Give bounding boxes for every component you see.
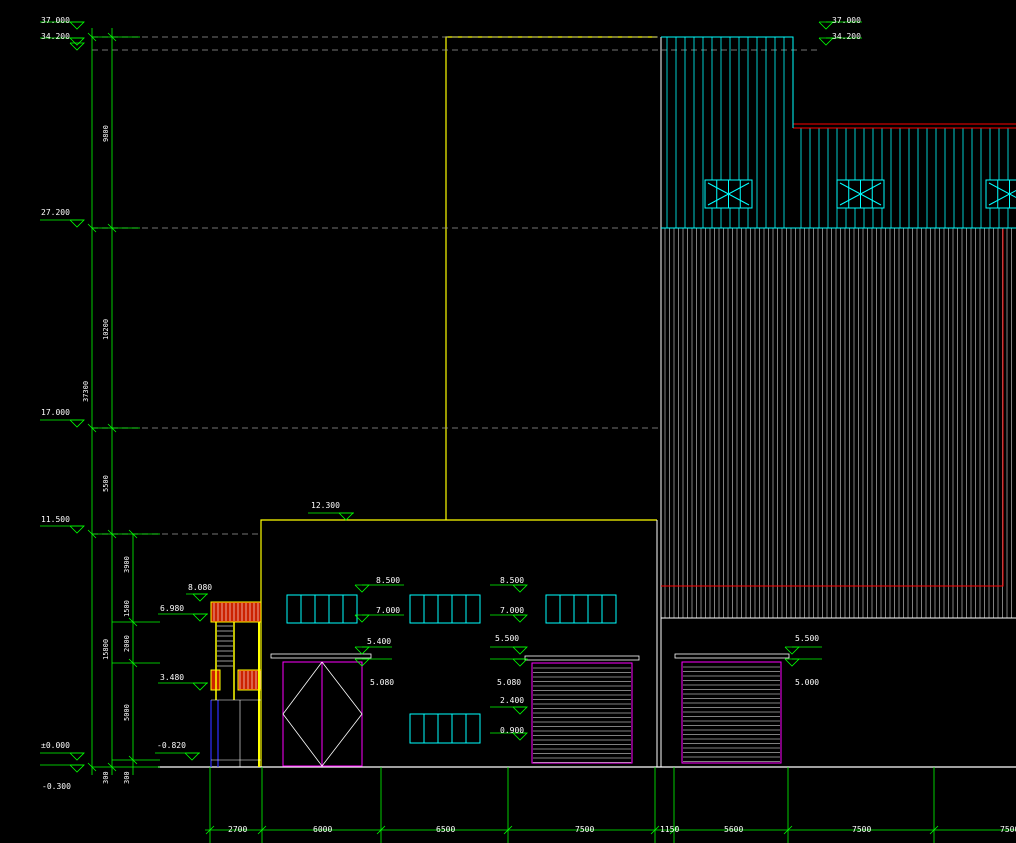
dim-label: 7500 [1000, 825, 1016, 834]
bottom-dimension-text: 2700 6000 6500 7500 1150 5600 7500 7500 [228, 825, 1016, 834]
block-window [286, 594, 358, 624]
dim-label: 2000 [123, 635, 131, 652]
window-level-labels: 8.500 7.000 8.500 7.000 2.400 0.900 5.40… [367, 576, 819, 735]
dim-label: 6000 [313, 825, 332, 834]
dim-label: 7500 [852, 825, 871, 834]
dim-label: 10200 [102, 319, 110, 340]
level-label: 7.000 [376, 606, 400, 615]
dim-label: 300 [102, 771, 110, 784]
level-label: 8.500 [376, 576, 400, 585]
elevation-labels-right: 37.000 34.200 [832, 16, 861, 41]
level-triangle [184, 752, 200, 761]
level-label: 5.000 [795, 678, 819, 687]
level-label: 2.400 [500, 696, 524, 705]
level-label: 0.900 [500, 726, 524, 735]
dim-label: 6500 [436, 825, 455, 834]
block-windows [286, 594, 617, 744]
elevation-label: 34.200 [832, 32, 861, 41]
elevation-label: 27.200 [41, 208, 70, 217]
vertical-dimension-text: 9800 10200 37300 5500 3900 1500 2000 158… [82, 125, 131, 784]
elevation-label: 37.000 [832, 16, 861, 25]
vertical-dimension-lines [87, 28, 160, 775]
stair-tower [210, 601, 262, 767]
elevation-label: -0.300 [42, 782, 71, 791]
dim-label: 5500 [102, 475, 110, 492]
level-triangle [69, 764, 85, 773]
elevation-label: 8.080 [188, 583, 212, 592]
dim-label: 37300 [82, 381, 90, 402]
elevation-label: 37.000 [41, 16, 70, 25]
dim-label: 2700 [228, 825, 247, 834]
level-triangle [512, 646, 528, 655]
dim-label: 5600 [724, 825, 743, 834]
level-triangle [784, 658, 800, 667]
elevation-label: 17.000 [41, 408, 70, 417]
level-triangle [354, 584, 370, 593]
dim-label: 3900 [123, 556, 131, 573]
level-triangle [69, 752, 85, 761]
level-label: 5.400 [367, 637, 391, 646]
lower-corrugated-cladding [664, 228, 1012, 618]
level-triangle [512, 614, 528, 623]
level-label: 5.500 [795, 634, 819, 643]
level-triangle [69, 42, 85, 51]
level-triangle [354, 646, 370, 655]
elevation-label: -0.820 [157, 741, 186, 750]
dim-label: 15800 [102, 639, 110, 660]
dim-label: 9800 [102, 125, 110, 142]
level-triangle [69, 219, 85, 228]
level-label: 5.080 [370, 678, 394, 687]
building-outline [158, 36, 1016, 768]
dim-label: 7500 [575, 825, 594, 834]
level-label: 5.080 [497, 678, 521, 687]
level-label: 5.500 [495, 634, 519, 643]
level-triangle [338, 512, 354, 521]
level-triangle [818, 37, 834, 46]
elevation-label: 11.500 [41, 515, 70, 524]
elevation-label: 34.200 [41, 32, 70, 41]
dim-label: 300 [123, 771, 131, 784]
block-window [409, 713, 481, 744]
elevation-label: 6.980 [160, 604, 184, 613]
elevation-label: 3.480 [160, 673, 184, 682]
dim-label: 5000 [123, 704, 131, 721]
level-triangle [69, 419, 85, 428]
block-window [545, 594, 617, 624]
doors [270, 653, 790, 767]
level-label: 8.500 [500, 576, 524, 585]
level-reference-lines [92, 36, 820, 535]
elevation-labels-left: 37.000 34.200 27.200 17.000 11.500 8.080… [41, 16, 212, 791]
elevation-label: ±0.000 [41, 741, 70, 750]
level-label: 7.000 [500, 606, 524, 615]
level-triangle [69, 21, 85, 30]
level-triangle [69, 525, 85, 534]
level-triangle [192, 682, 208, 691]
level-triangle [784, 646, 800, 655]
upper-windows [704, 179, 1016, 209]
level-triangle [818, 21, 834, 30]
level-triangle [192, 593, 208, 602]
level-triangle [192, 613, 208, 622]
roof-level-label: 12.300 [311, 501, 340, 510]
level-triangle [69, 37, 85, 46]
level-triangle [512, 584, 528, 593]
dim-label: 1150 [660, 825, 679, 834]
block-window [409, 594, 481, 624]
elevation-drawing: 37.000 34.200 27.200 17.000 11.500 8.080… [40, 16, 1016, 843]
dim-label: 1500 [123, 600, 131, 617]
level-triangle [512, 706, 528, 715]
